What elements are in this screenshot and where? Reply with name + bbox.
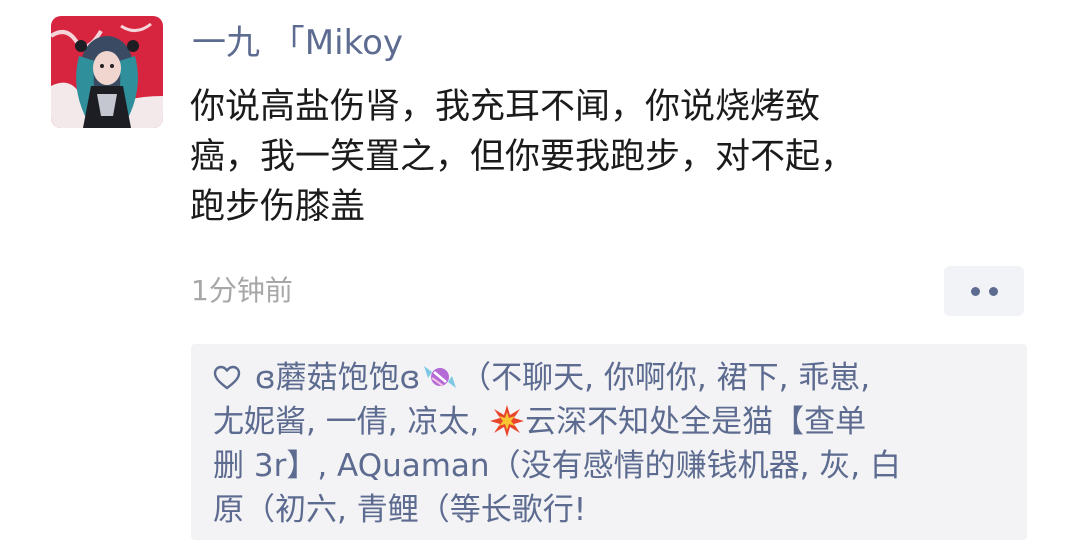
post-text-line: 跑步伤膝盖 bbox=[190, 187, 366, 227]
likes-panel: ɞ蘑菇饱饱ɞ （不聊天, 你啊你, 裙下, 乖崽, 尢妮酱, 一倩, 凉太, 云… bbox=[191, 344, 1027, 540]
post-text: 你说高盐伤肾，我充耳不闻，你说烧烤致 癌，我一笑置之，但你要我跑步，对不起， 跑… bbox=[190, 82, 1020, 232]
candy-icon bbox=[424, 366, 457, 388]
more-button[interactable] bbox=[944, 266, 1024, 316]
likes-line: 尢妮酱, 一倩, 凉太, 云深不知处全是猫【查单 bbox=[213, 400, 1021, 444]
liker-name[interactable]: ɞ蘑菇饱饱ɞ bbox=[255, 360, 420, 396]
liker-names[interactable]: （不聊天, 你啊你, 裙下, 乖崽, bbox=[460, 360, 870, 396]
collision-icon bbox=[490, 405, 525, 437]
likes-line[interactable]: 原（初六, 青鲤（等长歌行! bbox=[213, 488, 1021, 532]
timestamp: 1分钟前 bbox=[191, 274, 293, 307]
likes-list[interactable]: ɞ蘑菇饱饱ɞ （不聊天, 你啊你, 裙下, 乖崽, 尢妮酱, 一倩, 凉太, 云… bbox=[213, 356, 1021, 532]
more-dots-icon bbox=[988, 286, 998, 296]
likes-line: ɞ蘑菇饱饱ɞ （不聊天, 你啊你, 裙下, 乖崽, bbox=[213, 356, 1021, 400]
username[interactable]: 一九 「Mikoy bbox=[192, 20, 403, 66]
liker-names[interactable]: 云深不知处全是猫【查单 bbox=[525, 404, 866, 440]
liker-names[interactable]: 尢妮酱, 一倩, 凉太, bbox=[213, 404, 479, 440]
post-text-line: 你说高盐伤肾，我充耳不闻，你说烧烤致 bbox=[190, 87, 821, 127]
post-text-line: 癌，我一笑置之，但你要我跑步，对不起， bbox=[190, 137, 856, 177]
likes-line[interactable]: 删 3r】, AQuaman（没有感情的赚钱机器, 灰, 白 bbox=[213, 444, 1021, 488]
more-dots-icon bbox=[970, 286, 980, 296]
avatar-image bbox=[51, 16, 163, 128]
heart-outline-icon bbox=[213, 365, 241, 390]
avatar[interactable] bbox=[51, 16, 163, 128]
